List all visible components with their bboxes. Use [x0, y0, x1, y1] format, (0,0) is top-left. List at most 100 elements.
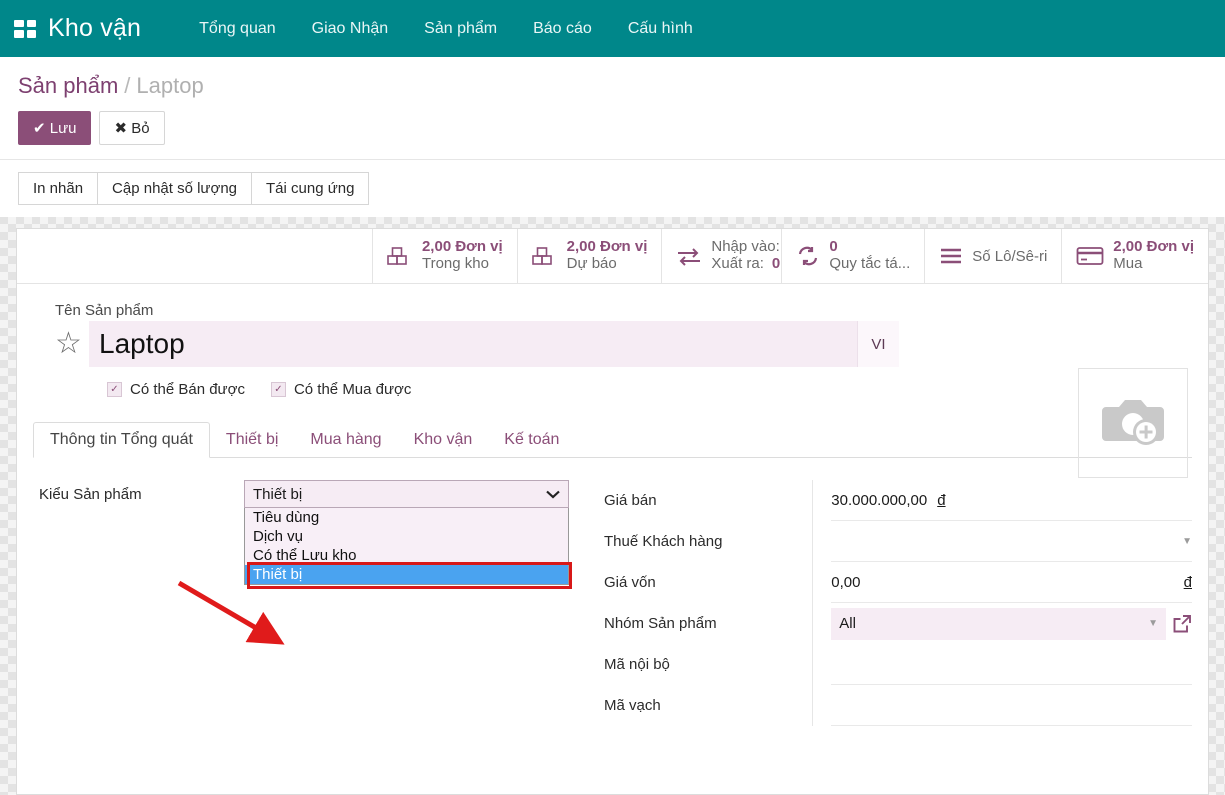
stat-label-in: Nhập vào: [711, 239, 779, 256]
stat-value: 2,00 Đơn vị [567, 239, 648, 256]
tab-thong-tin-tong-quat[interactable]: Thông tin Tổng quát [33, 422, 210, 458]
nav-item-giao-nhan[interactable]: Giao Nhận [294, 20, 407, 38]
stat-button-reordering-rules[interactable]: 0 Quy tắc tá... [781, 229, 924, 283]
breadcrumb-current: Laptop [136, 73, 203, 98]
tab-mua-hang[interactable]: Mua hàng [294, 423, 397, 457]
currency-symbol: đ [937, 492, 945, 509]
sales-price-value: 30.000.000,00 [831, 492, 927, 509]
x-icon: ✖ [114, 120, 127, 137]
refresh-icon [796, 245, 820, 267]
stat-label: Dự báo [567, 256, 648, 273]
stat-button-on-hand[interactable]: 2,00 Đơn vị Trong kho [372, 229, 517, 283]
product-form-sheet: 2,00 Đơn vị Trong kho 2,00 Đơn vị Dự báo [16, 228, 1209, 795]
credit-card-icon [1076, 245, 1104, 267]
right-field-labels: Giá bán Thuế Khách hàng Giá vốn Nhóm Sản… [604, 480, 813, 726]
stat-button-lot-serial[interactable]: Số Lô/Sê-ri [924, 229, 1061, 283]
nav-item-bao-cao[interactable]: Báo cáo [515, 20, 610, 38]
product-type-select-wrapper: Thiết bị Tiêu dùng Dịch vụ Có thể Lưu kh… [244, 480, 569, 585]
option-co-the-luu-kho[interactable]: Có thể Lưu kho [245, 546, 568, 565]
barcode-field[interactable] [831, 685, 1192, 726]
save-button-label: Lưu [50, 120, 77, 137]
language-badge[interactable]: VI [857, 321, 899, 367]
stat-value: 2,00 Đơn vị [422, 239, 503, 256]
option-tieu-dung[interactable]: Tiêu dùng [245, 508, 568, 527]
secondary-action-row: In nhãn Cập nhật số lượng Tái cung ứng [0, 160, 1225, 217]
product-name-block: Tên Sản phẩm ☆ VI ✓ Có thể Bán được ✓ Có… [17, 284, 1208, 398]
annotation-arrow [175, 578, 285, 653]
stat-value-out: 0 [772, 256, 780, 273]
header-area: Sản phẩm/Laptop ✔ Lưu ✖ Bỏ In nhãn Cập n… [0, 57, 1225, 217]
product-type-label: Kiểu Sản phẩm [39, 480, 244, 503]
internal-reference-field[interactable] [831, 644, 1192, 685]
breadcrumb-root[interactable]: Sản phẩm [18, 73, 118, 98]
product-category-field[interactable]: All ▼ [831, 603, 1192, 644]
check-icon: ✔ [33, 120, 46, 137]
tab-kho-van[interactable]: Kho vận [398, 423, 489, 457]
breadcrumb-separator: / [124, 73, 130, 98]
camera-add-icon [1100, 393, 1166, 454]
checkbox-can-be-sold[interactable]: ✓ Có thể Bán được [107, 381, 245, 398]
product-name-label: Tên Sản phẩm [55, 302, 1208, 319]
product-flags: ✓ Có thể Bán được ✓ Có thể Mua được [55, 367, 1208, 398]
stat-label-out: Xuất ra: [711, 256, 764, 273]
checkbox-label: Có thể Mua được [294, 381, 411, 398]
update-quantity-button[interactable]: Cập nhật số lượng [97, 172, 252, 205]
replenish-button[interactable]: Tái cung ứng [251, 172, 369, 205]
stat-value: 2,00 Đơn vị [1113, 239, 1194, 256]
product-type-selected-value: Thiết bị [253, 486, 302, 503]
stat-button-forecast[interactable]: 2,00 Đơn vị Dự báo [517, 229, 662, 283]
currency-symbol: đ [1184, 574, 1192, 591]
nav-item-tong-quan[interactable]: Tổng quan [181, 20, 294, 38]
checkbox-icon: ✓ [107, 382, 122, 397]
tab-ke-toan[interactable]: Kế toán [488, 423, 575, 457]
checkbox-label: Có thể Bán được [130, 381, 245, 398]
print-label-button[interactable]: In nhãn [18, 172, 98, 205]
discard-button[interactable]: ✖ Bỏ [99, 111, 164, 145]
stat-button-in-out[interactable]: Nhập vào: 2 Xuất ra: 0 [661, 229, 781, 283]
tab-thiet-bi[interactable]: Thiết bị [210, 423, 294, 457]
product-type-select[interactable]: Thiết bị [244, 480, 569, 508]
stat-label: Số Lô/Sê-ri [972, 248, 1047, 265]
product-name-input[interactable] [89, 321, 857, 367]
nav-item-san-pham[interactable]: Sản phẩm [406, 20, 515, 38]
nav-item-cau-hinh[interactable]: Cấu hình [610, 20, 711, 38]
cost-field[interactable]: 0,00 đ [831, 562, 1192, 603]
right-column: Giá bán Thuế Khách hàng Giá vốn Nhóm Sản… [592, 480, 1192, 726]
sales-price-label: Giá bán [604, 480, 804, 521]
stat-label: Trong kho [422, 256, 503, 273]
cost-label: Giá vốn [604, 562, 804, 603]
caret-down-icon: ▼ [1148, 618, 1158, 629]
breadcrumb: Sản phẩm/Laptop [0, 57, 1225, 99]
stat-buttons-bar: 2,00 Đơn vị Trong kho 2,00 Đơn vị Dự báo [17, 229, 1208, 284]
right-field-values: 30.000.000,00 đ ▼ 0,00 đ All ▼ [813, 480, 1192, 726]
barcode-label: Mã vạch [604, 685, 804, 726]
caret-down-icon: ▼ [1182, 536, 1192, 547]
boxes-icon [387, 245, 413, 267]
product-image-upload[interactable] [1078, 368, 1188, 478]
external-link-icon[interactable] [1172, 614, 1192, 634]
app-title: Kho vận [48, 14, 141, 43]
product-category-label: Nhóm Sản phẩm [604, 603, 804, 644]
exchange-arrows-icon [676, 245, 702, 267]
product-category-value: All [839, 615, 856, 632]
cost-value: 0,00 [831, 574, 860, 591]
product-type-option-list: Tiêu dùng Dịch vụ Có thể Lưu kho Thiết b… [244, 508, 569, 585]
option-thiet-bi[interactable]: Thiết bị [245, 565, 568, 584]
option-dich-vu[interactable]: Dịch vụ [245, 527, 568, 546]
stat-label: Quy tắc tá... [829, 256, 910, 273]
checkbox-can-be-purchased[interactable]: ✓ Có thể Mua được [271, 381, 411, 398]
customer-taxes-field[interactable]: ▼ [831, 521, 1192, 562]
stat-value: 0 [829, 239, 910, 256]
chevron-down-icon [546, 486, 560, 503]
stat-button-purchased[interactable]: 2,00 Đơn vị Mua [1061, 229, 1208, 283]
internal-reference-label: Mã nội bộ [604, 644, 804, 685]
boxes-icon [532, 245, 558, 267]
stat-label: Mua [1113, 256, 1194, 273]
save-button[interactable]: ✔ Lưu [18, 111, 91, 145]
star-icon[interactable]: ☆ [55, 329, 89, 359]
apps-grid-icon[interactable] [14, 20, 36, 38]
checkbox-icon: ✓ [271, 382, 286, 397]
top-navbar: Kho vận Tổng quan Giao Nhận Sản phẩm Báo… [0, 0, 1225, 57]
customer-taxes-label: Thuế Khách hàng [604, 521, 804, 562]
sales-price-field[interactable]: 30.000.000,00 đ [831, 480, 1192, 521]
